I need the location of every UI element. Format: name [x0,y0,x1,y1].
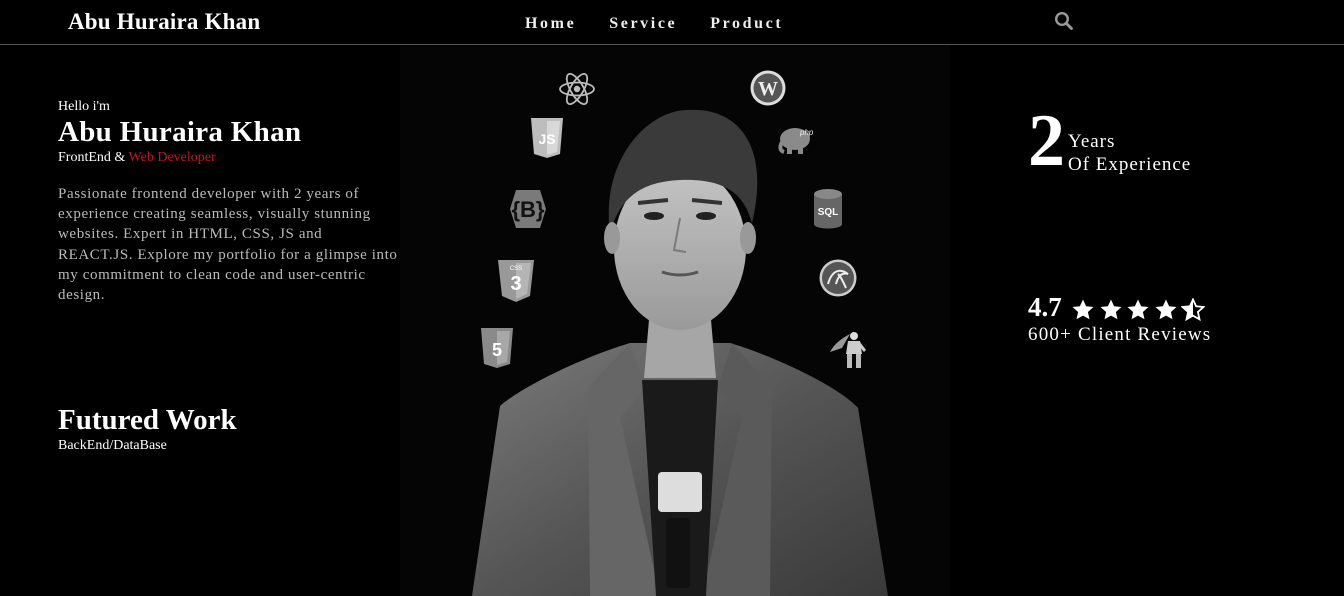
star-icon [1127,299,1149,320]
javascript-icon: JS [531,118,563,158]
featured-work-subtitle: BackEnd/DataBase [58,438,167,453]
star-rating [1071,298,1209,322]
star-icon [1072,299,1094,320]
experience-label: Of Experience [1068,154,1192,175]
featured-work-title: Futured Work [58,404,237,436]
role-prefix: FrontEnd & [58,150,126,165]
role-line: FrontEnd & Web Developer [58,150,216,166]
nav-service[interactable]: Service [609,15,677,33]
svg-text:SQL: SQL [818,207,839,218]
svg-text:JS: JS [538,131,555,147]
svg-text:php: php [799,128,814,137]
svg-text:CSS: CSS [510,266,522,272]
years-count: 2 [1028,100,1065,182]
search-icon[interactable] [1054,11,1074,31]
star-icon [1155,299,1176,320]
mysql-icon [819,259,857,297]
react-icon [559,73,595,105]
php-icon: php [778,128,814,154]
star-icon [1100,299,1121,320]
svg-text:{B}: {B} [511,197,544,222]
wordpress-icon: W [750,70,786,106]
hero-name: Abu Huraira Khan [58,116,302,148]
sql-icon: SQL [814,189,842,229]
brand-logo[interactable]: Abu Huraira Khan [68,9,260,35]
role-accent: Web Developer [128,150,216,165]
superhero-icon [830,332,866,368]
main-nav: Home Service Product [525,15,816,33]
client-reviews: 600+ Client Reviews [1028,324,1212,345]
svg-text:3: 3 [510,273,521,295]
nav-home[interactable]: Home [525,15,576,33]
svg-text:W: W [758,78,778,100]
bootstrap-icon: {B} [510,190,546,228]
html5-icon: 5 [481,328,513,368]
years-label: Years [1068,131,1116,152]
nav-product[interactable]: Product [710,15,783,33]
svg-text:5: 5 [492,340,502,360]
rating-value: 4.7 [1028,292,1062,322]
bio-paragraph: Passionate frontend developer with 2 yea… [58,186,398,304]
top-navbar: Abu Huraira Khan Home Service Product [0,0,1344,45]
profile-photo [472,109,888,596]
css3-icon: 3 CSS [498,260,534,302]
star-half-icon [1181,298,1205,322]
greeting: Hello i'm [58,99,110,114]
